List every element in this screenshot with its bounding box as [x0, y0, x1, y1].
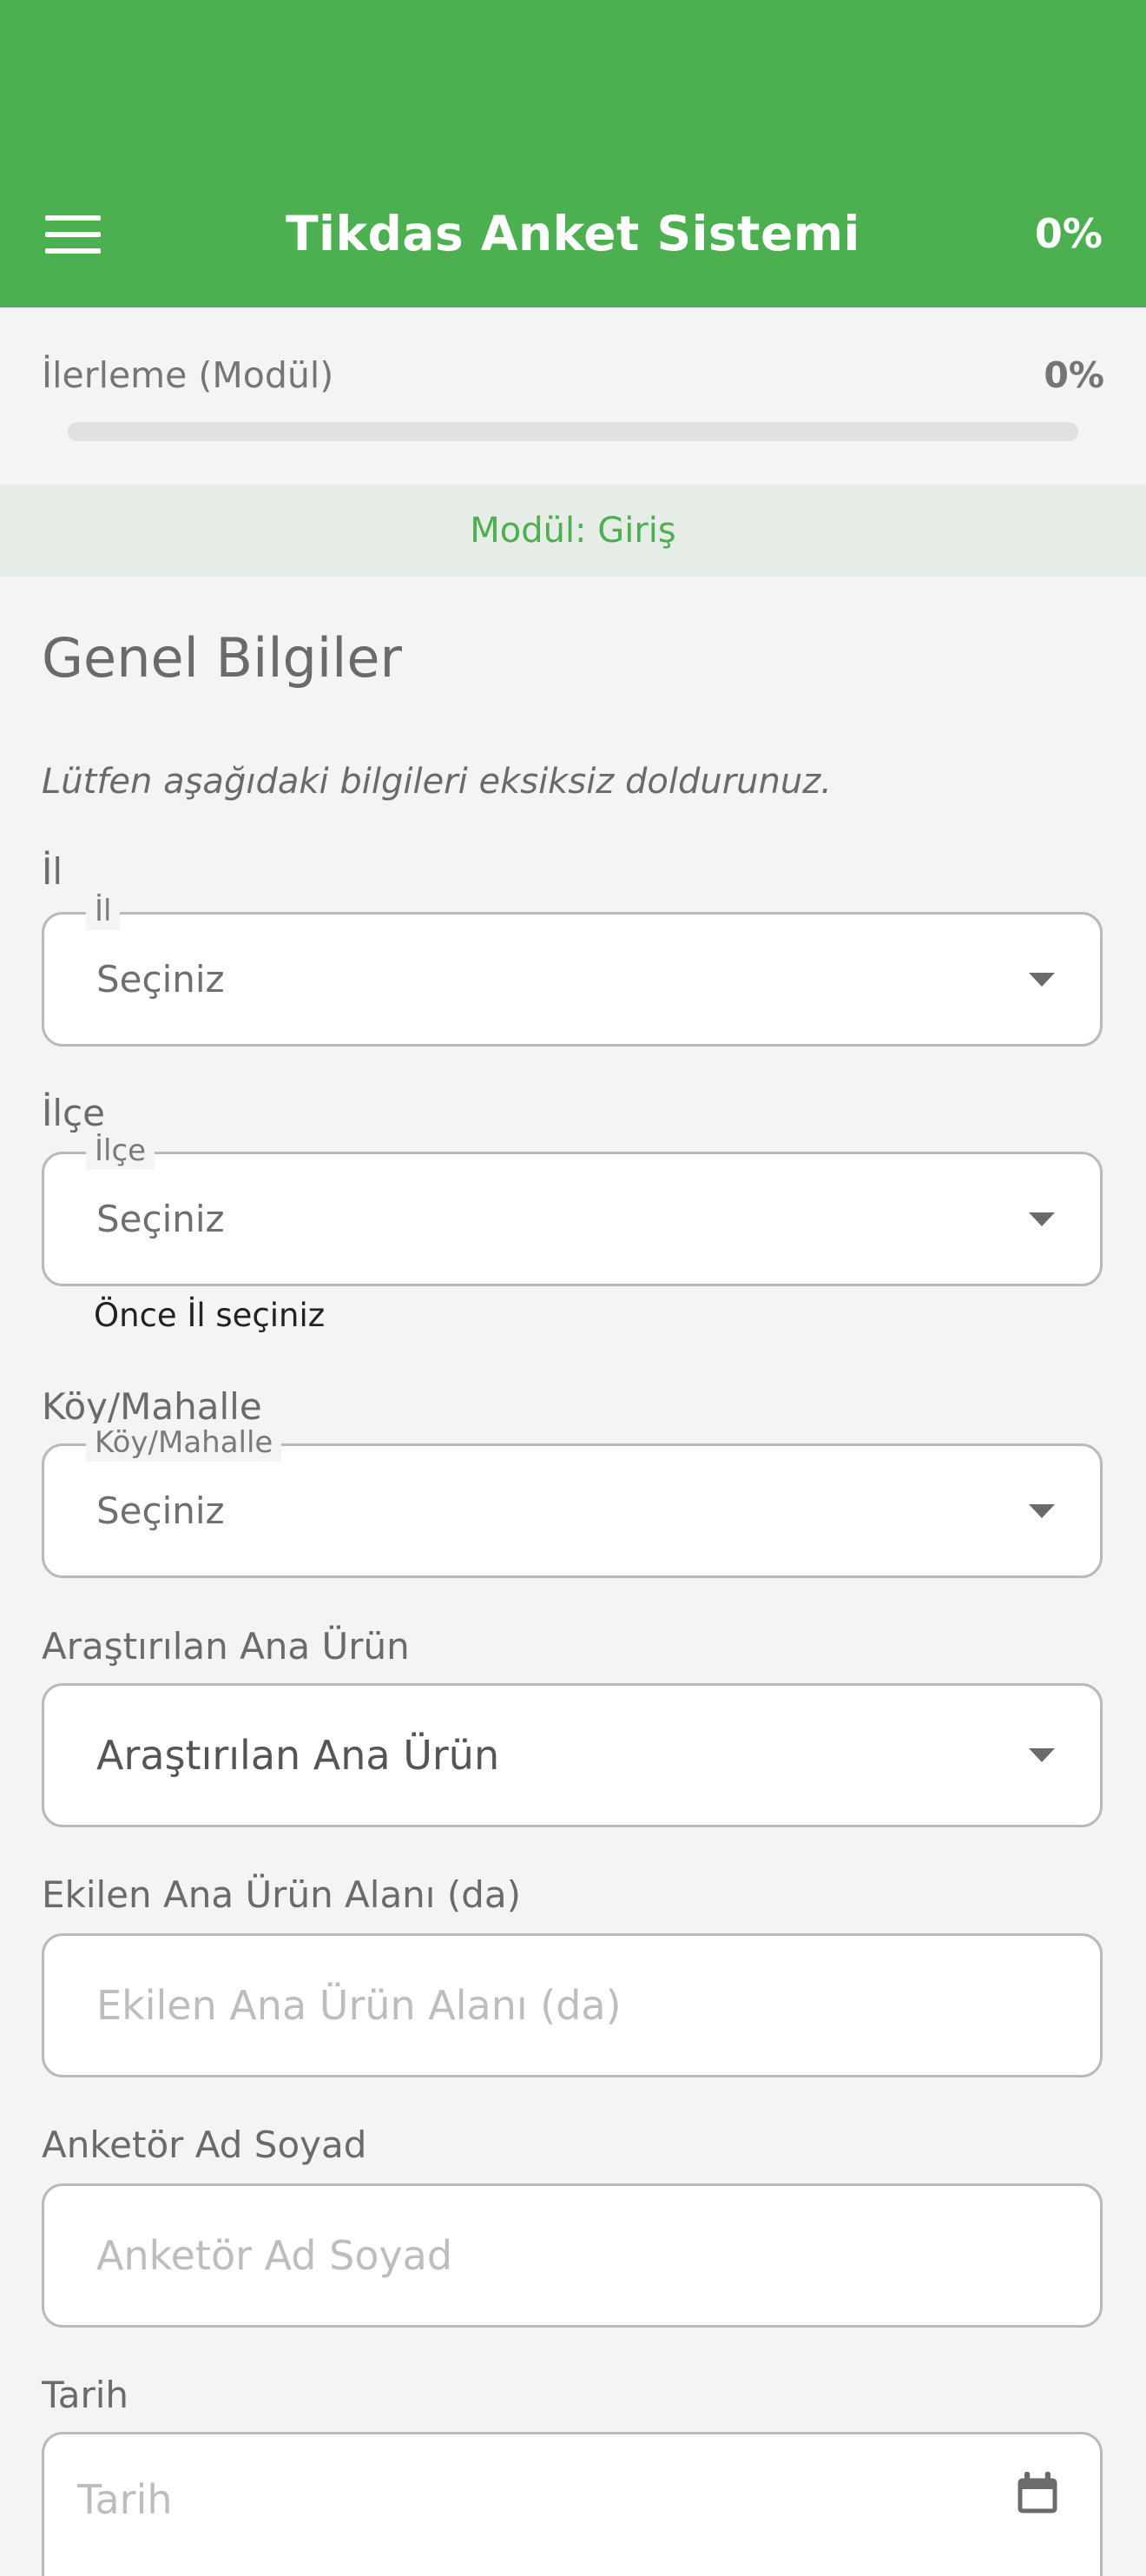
urun-label: Araştırılan Ana Ürün: [42, 1625, 410, 1668]
instructions-text: Lütfen aşağıdaki bilgileri eksiksiz dold…: [42, 762, 832, 802]
koy-select[interactable]: Köy/Mahalle Seçiniz: [42, 1423, 1103, 1578]
section-title: Genel Bilgiler: [42, 626, 402, 690]
ilce-helper-text: Önce İl seçiniz: [94, 1297, 326, 1334]
il-select-value: Seçiniz: [96, 958, 225, 1001]
progress-value: 0%: [1044, 354, 1104, 396]
app-bar: Tikdas Anket Sistemi 0%: [0, 0, 1146, 307]
il-label: İl: [42, 850, 63, 893]
progress-label: İlerleme (Modül): [42, 354, 334, 396]
il-select[interactable]: İl Seçiniz: [42, 892, 1103, 1047]
header-progress-percent: 0%: [1034, 210, 1103, 257]
urun-select-value: Araştırılan Ana Ürün: [96, 1732, 500, 1779]
urun-select[interactable]: Araştırılan Ana Ürün: [42, 1683, 1103, 1827]
chevron-down-icon: [1029, 972, 1055, 987]
alan-input[interactable]: Ekilen Ana Ürün Alanı (da): [42, 1933, 1103, 2077]
ilce-label: İlçe: [42, 1092, 105, 1134]
anketor-label: Anketör Ad Soyad: [42, 2124, 367, 2166]
module-banner: Modül: Giriş: [0, 485, 1146, 577]
ilce-select-value: Seçiniz: [96, 1198, 225, 1240]
progress-bar: [68, 422, 1078, 441]
app-title: Tikdas Anket Sistemi: [286, 206, 860, 261]
tarih-input-placeholder: Tarih: [77, 2476, 173, 2523]
anketor-input[interactable]: Anketör Ad Soyad: [42, 2183, 1103, 2328]
calendar-icon[interactable]: [1011, 2467, 1064, 2520]
ilce-select[interactable]: İlçe Seçiniz: [42, 1132, 1103, 1286]
chevron-down-icon: [1029, 1212, 1055, 1226]
anketor-input-placeholder: Anketör Ad Soyad: [96, 2232, 453, 2279]
chevron-down-icon: [1029, 1503, 1055, 1518]
alan-label: Ekilen Ana Ürün Alanı (da): [42, 1873, 521, 1916]
chevron-down-icon: [1029, 1748, 1055, 1762]
alan-input-placeholder: Ekilen Ana Ürün Alanı (da): [96, 1982, 622, 2029]
koy-select-value: Seçiniz: [96, 1489, 225, 1532]
tarih-label: Tarih: [42, 2374, 128, 2416]
tarih-input[interactable]: Tarih: [42, 2432, 1103, 2576]
